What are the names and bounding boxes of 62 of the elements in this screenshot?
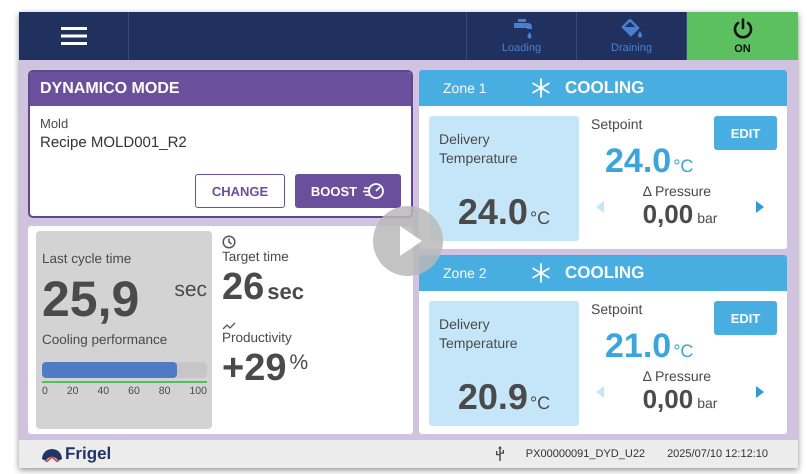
menu-icon (60, 26, 86, 46)
productivity-value: +29 (222, 349, 286, 387)
right-arrow-button[interactable] (755, 200, 765, 214)
scale-label: 40 (97, 385, 110, 397)
date-time: 2025/07/10 12:12:10 (667, 448, 768, 460)
delivery-label: Delivery Temperature (439, 315, 519, 353)
productivity-label: Productivity (222, 330, 293, 345)
edit-button[interactable]: EDIT (714, 301, 777, 335)
clock-icon (222, 235, 236, 249)
logo-icon (41, 446, 63, 462)
scale-label: 80 (158, 385, 170, 397)
scale-label: 20 (66, 385, 78, 397)
device-id: PX00000091_DYD_U22 (526, 448, 646, 460)
zone-name: Zone 1 (443, 80, 488, 96)
setpoint-unit: °C (673, 156, 694, 176)
delivery-unit: °C (530, 208, 550, 228)
scale-label: 0 (42, 385, 48, 397)
pressure-value: 0,00 (642, 199, 694, 229)
zone-status: COOLING (565, 263, 644, 283)
setpoint-unit: °C (673, 341, 694, 361)
power-icon (732, 18, 754, 40)
setpoint-value: 21.0 (605, 327, 672, 365)
scale-label: 100 (189, 385, 207, 397)
boost-button[interactable]: BOOST (295, 174, 401, 208)
snowflake-icon (531, 263, 551, 283)
setpoint-label: Setpoint (591, 301, 642, 317)
target-time-value: 26 (222, 268, 264, 306)
pressure-value: 0,00 (642, 384, 694, 414)
speedometer-icon (363, 182, 386, 200)
setpoint-label: Setpoint (591, 116, 642, 132)
recipe-name: Recipe MOLD001_R2 (40, 134, 188, 151)
logo-text: Frigel (65, 444, 112, 464)
delivery-unit: °C (530, 393, 550, 413)
snowflake-icon (531, 78, 551, 98)
pressure-label: Δ Pressure (642, 368, 712, 384)
setpoint-value: 24.0 (605, 142, 672, 180)
change-button[interactable]: CHANGE (195, 174, 285, 208)
trend-line-icon (222, 322, 236, 330)
delivery-label: Delivery Temperature (439, 130, 519, 168)
last-cycle-unit: sec (174, 278, 207, 302)
target-time-label: Target time (222, 249, 290, 264)
delivery-value: 20.9 (458, 376, 528, 417)
productivity-unit: % (289, 351, 308, 375)
mode-card-title: DYNAMICO MODE (30, 72, 411, 106)
usb-icon (496, 446, 504, 462)
power-button[interactable]: ON (686, 12, 798, 60)
scale-label: 60 (128, 385, 140, 397)
pressure-unit: bar (697, 395, 718, 411)
zone-name: Zone 2 (443, 265, 488, 281)
edit-button[interactable]: EDIT (714, 116, 777, 150)
bucket-icon (620, 18, 644, 38)
last-cycle-label: Last cycle time (42, 251, 132, 266)
target-time-unit: sec (267, 279, 304, 305)
pressure-label: Δ Pressure (642, 183, 712, 199)
mold-label: Mold (40, 116, 70, 131)
right-arrow-button[interactable] (755, 384, 765, 398)
zone-status: COOLING (565, 78, 644, 98)
last-cycle-value: 25,9 (42, 274, 140, 324)
play-button[interactable] (373, 206, 443, 276)
cooling-performance-label: Cooling performance (42, 332, 168, 347)
delivery-value: 24.0 (458, 191, 528, 232)
pressure-unit: bar (697, 210, 718, 226)
